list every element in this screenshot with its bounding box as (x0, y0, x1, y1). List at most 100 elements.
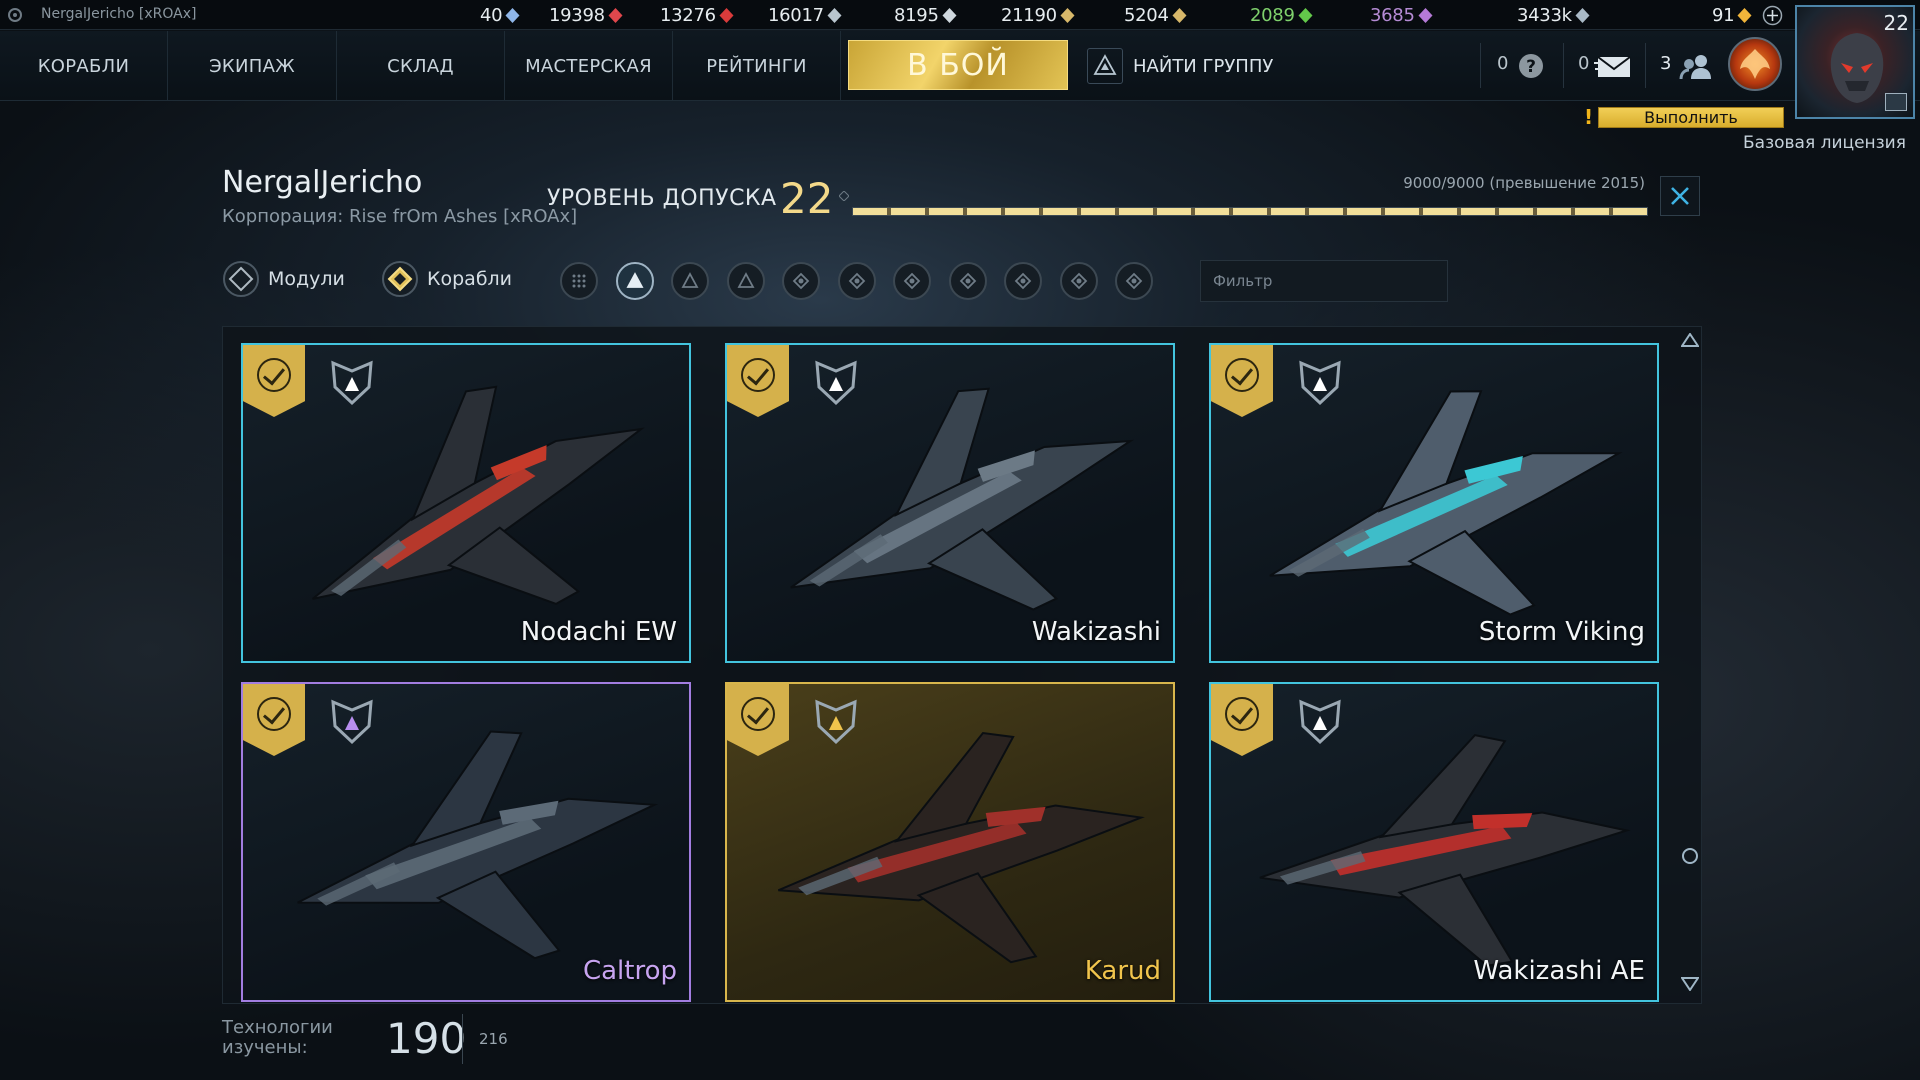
currency-value: 3433k (1517, 4, 1572, 26)
currency-value: 5204 (1124, 4, 1169, 26)
close-button[interactable] (1660, 176, 1700, 216)
currency-item: 3433k (1517, 4, 1591, 26)
ship-name: Wakizashi (1031, 617, 1161, 647)
add-currency-icon[interactable] (1762, 5, 1783, 26)
currency-item: 19398 (549, 4, 624, 26)
moon-icon (942, 7, 957, 23)
ship-grid: Nodachi EW Wakizashi Storm Viking Caltrop Ka… (222, 326, 1702, 1004)
filter-input[interactable] (1200, 260, 1448, 302)
player-avatar[interactable]: 22 (1795, 5, 1915, 119)
credit-icon (1575, 7, 1590, 23)
rank-value: 22 (780, 174, 834, 223)
red-shield-icon (608, 7, 623, 23)
recon-icon[interactable] (837, 262, 876, 300)
currency-value: 40 (480, 4, 503, 26)
ship-card[interactable]: Wakizashi AE (1209, 682, 1659, 1002)
tech-value: 190 (386, 1014, 467, 1063)
currency-item: 16017 (768, 4, 843, 26)
find-group-label: НАЙТИ ГРУППУ (1133, 55, 1274, 77)
ship-card[interactable]: Wakizashi (725, 343, 1175, 663)
ship-card[interactable]: Karud (725, 682, 1175, 1002)
ship-name: Caltrop (582, 956, 677, 986)
ship-name: Storm Viking (1478, 617, 1645, 647)
guard-icon[interactable] (1004, 262, 1042, 300)
rank-marker-icon (839, 191, 849, 201)
tech-label: Технологии изучены: (222, 1017, 333, 1058)
battle-button[interactable]: В БОЙ (848, 40, 1068, 90)
frigate-icon[interactable] (726, 262, 765, 300)
tackler-icon[interactable] (1115, 262, 1153, 300)
settings-gear-icon[interactable] (5, 5, 25, 25)
mail-count: 0 (1578, 53, 1590, 74)
covert-ops-icon[interactable] (893, 262, 931, 300)
gold-gem-icon (1737, 7, 1752, 23)
fighter-icon[interactable] (671, 262, 709, 300)
modules-toggle[interactable]: Модули (222, 261, 345, 297)
ship-card[interactable]: Nodachi EW (241, 343, 691, 663)
currency-value: 8195 (894, 4, 939, 26)
xp-progress-bar (852, 207, 1648, 216)
nav-divider (1645, 43, 1646, 88)
nav-storage[interactable]: СКЛАД (337, 31, 505, 101)
ship-image (297, 730, 659, 960)
ship-name: Karud (1084, 956, 1161, 986)
alert-icon: ! (1584, 105, 1594, 129)
corporation-emblem[interactable] (1728, 37, 1782, 91)
ships-label: Корабли (427, 268, 513, 290)
currency-value: 13276 (660, 4, 716, 26)
ship-image (311, 385, 645, 606)
close-icon (1671, 187, 1689, 205)
mail-icon[interactable] (1594, 55, 1632, 79)
friends-icon[interactable] (1679, 53, 1715, 81)
tech-divider (462, 1014, 463, 1064)
ship-card[interactable]: Caltrop (241, 682, 691, 1002)
nav-ratings[interactable]: РЕЙТИНГИ (673, 31, 841, 101)
engineer-icon[interactable] (948, 262, 987, 300)
interceptor-icon[interactable] (615, 262, 654, 300)
xp-text: 9000/9000 (превышение 2015) (1403, 174, 1645, 192)
group-icon (1087, 48, 1123, 84)
nav-divider (1563, 43, 1564, 88)
xp-progress-fill (853, 208, 1647, 215)
ships-toggle[interactable]: Корабли (381, 261, 512, 297)
all-icon[interactable] (560, 262, 598, 300)
nav-workshop[interactable]: МАСТЕРСКАЯ (505, 31, 673, 101)
modules-diamond-icon (223, 261, 259, 297)
ship-name: Wakizashi AE (1473, 956, 1645, 986)
wings-icon (1060, 7, 1075, 23)
ships-diamond-icon (382, 261, 418, 297)
red-cube-icon (719, 7, 734, 23)
tech-max: 216 (479, 1030, 508, 1048)
find-group-button[interactable]: НАЙТИ ГРУППУ (1087, 48, 1273, 84)
currency-value: 21190 (1001, 4, 1057, 26)
scroll-thumb[interactable] (1682, 848, 1698, 864)
player-name: NergalJericho (222, 165, 423, 200)
window-title: NergalJericho [xROAx] (41, 6, 197, 22)
ship-card[interactable]: Storm Viking (1209, 343, 1659, 663)
help-icon[interactable]: ? (1518, 53, 1544, 79)
ship-image (1259, 734, 1631, 967)
command-icon[interactable] (1059, 262, 1098, 300)
currency-value: 2089 (1250, 4, 1295, 26)
nav-ships[interactable]: КОРАБЛИ (0, 31, 168, 101)
pilot-portrait (1830, 33, 1884, 103)
top-resource-bar: NergalJericho [xROAx] 40 19398 13276 16017 8… (0, 0, 1920, 30)
purple-gem-icon (1418, 7, 1433, 23)
ship-image (777, 731, 1145, 964)
ship-image (1269, 390, 1623, 616)
nav-crew[interactable]: ЭКИПАЖ (168, 31, 337, 101)
rank-label: УРОВЕНЬ ДОПУСКА (547, 186, 777, 211)
blue-crystal-icon (505, 7, 520, 23)
scroll-down-icon[interactable] (1681, 977, 1699, 991)
currency-item: 8195 (894, 4, 958, 26)
coin-icon (827, 7, 842, 23)
license-label[interactable]: Базовая лицензия (1743, 133, 1906, 153)
currency-item: 5204 (1124, 4, 1188, 26)
currency-item: 91 (1712, 4, 1753, 26)
leaf-icon (1298, 7, 1313, 23)
currency-item: 21190 (1001, 4, 1076, 26)
execute-button[interactable]: Выполнить (1598, 107, 1784, 128)
scroll-up-icon[interactable] (1681, 333, 1699, 347)
ecm-icon[interactable] (782, 262, 820, 300)
friends-count: 3 (1660, 53, 1672, 74)
